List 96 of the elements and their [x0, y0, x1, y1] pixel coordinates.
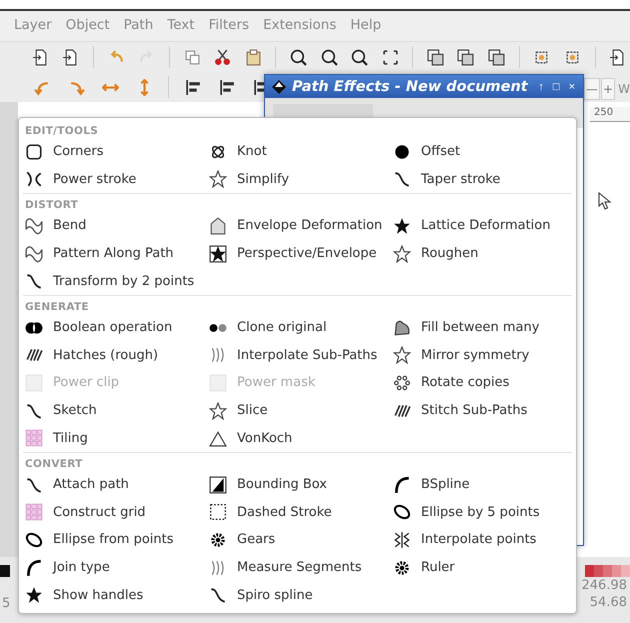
- effect-item[interactable]: Slice: [207, 396, 391, 424]
- arc-icon: [393, 476, 411, 494]
- coordinate-reading: 54.68: [590, 594, 627, 611]
- effect-item[interactable]: Interpolate points: [391, 526, 563, 554]
- window-control[interactable]: ↑: [536, 80, 546, 92]
- square-icon: [25, 374, 43, 392]
- minus-button[interactable]: —: [584, 78, 600, 100]
- effect-item[interactable]: Knot: [207, 138, 391, 166]
- star-icon: [209, 402, 227, 420]
- effect-item[interactable]: Envelope Deformation: [207, 212, 391, 240]
- effect-item[interactable]: Corners: [23, 138, 207, 166]
- arc-icon: [25, 558, 43, 577]
- zigzag-icon: [393, 530, 411, 549]
- curve-icon: [25, 272, 43, 290]
- effect-item[interactable]: Show handles: [23, 581, 207, 609]
- effect-item[interactable]: Bounding Box: [207, 470, 391, 499]
- filled-star-icon: [25, 586, 43, 604]
- ring-icon: [393, 374, 411, 392]
- section-heading: EDIT/TOOLS: [24, 124, 100, 138]
- status-text: 5: [1, 596, 10, 611]
- curve-icon: [25, 402, 43, 420]
- rounded-square-icon: [25, 142, 43, 161]
- effect-item[interactable]: Gears: [207, 526, 391, 554]
- section-heading: CONVERT: [24, 456, 84, 471]
- window-control[interactable]: ×: [566, 80, 577, 92]
- effect-item[interactable]: Lattice Deformation: [391, 212, 563, 240]
- window-title: Path Effects - New document: [292, 78, 529, 94]
- ellipse-icon: [393, 503, 411, 522]
- effect-item[interactable]: Taper stroke: [391, 166, 563, 194]
- section-heading: GENERATE: [24, 300, 90, 314]
- effect-item[interactable]: VonKoch: [207, 424, 391, 452]
- curve-icon: [393, 170, 411, 188]
- house-icon: [209, 216, 227, 235]
- effect-item[interactable]: Transform by 2 points: [23, 267, 207, 295]
- wave-icon: [25, 216, 43, 235]
- effect-item[interactable]: Power stroke: [23, 166, 207, 194]
- color-swatch[interactable]: [0, 565, 10, 577]
- effect-item[interactable]: Tiling: [23, 424, 207, 452]
- star-icon: [393, 346, 411, 364]
- plus-button[interactable]: +: [601, 78, 616, 100]
- square-icon: [209, 374, 227, 392]
- effect-item[interactable]: Attach path: [23, 470, 207, 499]
- logo-icon: [271, 78, 287, 94]
- ellipse-icon: [25, 530, 43, 549]
- grid-icon: [25, 429, 43, 448]
- coordinate-reading: 246.98: [582, 577, 627, 594]
- pointer-icon: [598, 192, 612, 210]
- effect-item[interactable]: Construct grid: [23, 498, 207, 526]
- effect-item[interactable]: Sketch: [23, 396, 207, 424]
- effect-item[interactable]: Measure Segments: [207, 554, 391, 582]
- effect-item[interactable]: Rotate copies: [391, 369, 563, 397]
- curve-icon: [25, 476, 43, 494]
- blob-icon: [393, 318, 411, 337]
- ruler: 250: [590, 107, 630, 122]
- effect-item[interactable]: Fill between many: [391, 314, 563, 342]
- color-swatch[interactable]: [594, 565, 603, 577]
- effect-item[interactable]: Bend: [23, 212, 207, 240]
- effect-item[interactable]: Join type: [23, 554, 207, 582]
- effect-item[interactable]: Pattern Along Path: [23, 240, 207, 268]
- effect-item[interactable]: Ellipse by 5 points: [391, 498, 563, 526]
- window-control[interactable]: □: [550, 80, 562, 92]
- section-heading: DISTORT: [24, 198, 80, 212]
- color-swatch[interactable]: [585, 565, 594, 577]
- effect-item[interactable]: Mirror symmetry: [391, 342, 563, 370]
- effect-item[interactable]: Interpolate Sub-Paths: [207, 342, 391, 370]
- effect-item[interactable]: Spiro spline: [207, 581, 391, 609]
- grid-icon: [25, 503, 43, 522]
- wave-icon: [25, 244, 43, 263]
- gear-icon: [393, 558, 411, 577]
- effect-item[interactable]: Ellipse from points: [23, 526, 207, 554]
- effect-item[interactable]: Offset: [391, 138, 563, 166]
- star-icon: [393, 244, 411, 263]
- effect-item[interactable]: Dashed Stroke: [207, 498, 391, 526]
- star-icon: [209, 170, 227, 188]
- curve-icon: [209, 586, 227, 604]
- effect-item[interactable]: Clone original: [207, 314, 391, 342]
- color-swatch[interactable]: [621, 565, 630, 577]
- effect-item[interactable]: Hatches (rough): [23, 342, 207, 370]
- effect-item[interactable]: Simplify: [207, 166, 391, 194]
- star-frame-icon: [209, 244, 227, 263]
- dot-icon: [393, 142, 411, 161]
- effect-item[interactable]: Ruler: [391, 554, 563, 582]
- filled-star-icon: [393, 216, 411, 235]
- effect-item[interactable]: Roughen: [391, 240, 563, 268]
- dashed-square-icon: [209, 503, 227, 522]
- cross-curve-icon: [25, 170, 43, 188]
- color-swatch[interactable]: [612, 565, 621, 577]
- effect-item[interactable]: Perspective/Envelope: [207, 240, 391, 268]
- gear-icon: [209, 530, 227, 549]
- color-swatch[interactable]: [603, 565, 612, 577]
- effect-item[interactable]: Stitch Sub-Paths: [391, 396, 563, 424]
- effect-item[interactable]: BSpline: [391, 470, 563, 499]
- effect-item[interactable]: Boolean operation: [23, 314, 207, 342]
- triangle-icon: [209, 429, 227, 448]
- field-label: W: [618, 82, 630, 96]
- box-triangle-icon: [209, 476, 227, 494]
